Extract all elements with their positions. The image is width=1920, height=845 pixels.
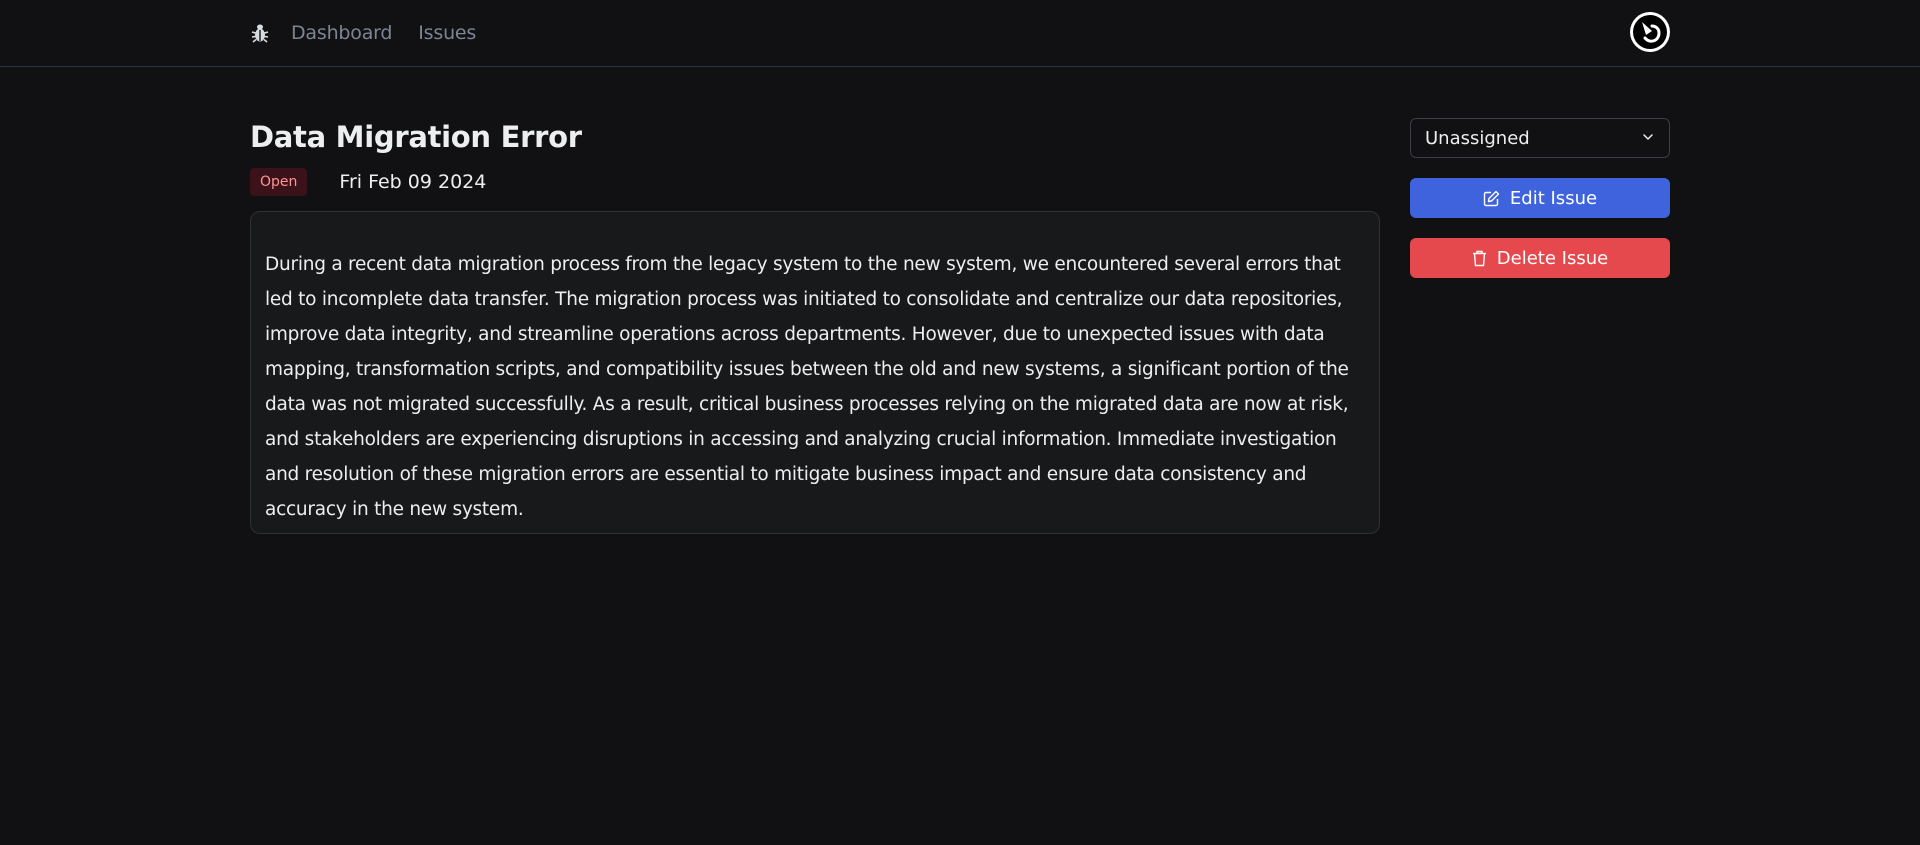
issue-content: Data Migration Error Open Fri Feb 09 202…: [250, 117, 1380, 534]
issue-meta: Open Fri Feb 09 2024: [250, 167, 1380, 197]
issue-title: Data Migration Error: [250, 120, 582, 154]
nav-link-issues[interactable]: Issues: [418, 22, 476, 44]
top-navbar: Dashboard Issues: [0, 0, 1920, 67]
edit-issue-label: Edit Issue: [1509, 187, 1598, 209]
edit-icon: [1483, 190, 1500, 207]
avatar-icon: [1633, 15, 1667, 49]
trash-icon: [1472, 250, 1487, 267]
status-badge: Open: [250, 168, 308, 196]
issue-actions: Unassigned Edit Issue Delete Issue: [1410, 118, 1670, 278]
delete-issue-label: Delete Issue: [1496, 247, 1609, 269]
issue-description-card: During a recent data migration process f…: [250, 211, 1380, 534]
assignee-select[interactable]: Unassigned: [1410, 118, 1670, 158]
nav-container: Dashboard Issues: [250, 0, 1670, 66]
chevron-down-icon: [1641, 129, 1655, 148]
user-avatar[interactable]: [1630, 12, 1670, 52]
bug-icon[interactable]: [250, 23, 270, 43]
issue-date: Fri Feb 09 2024: [339, 171, 487, 193]
delete-issue-button[interactable]: Delete Issue: [1410, 238, 1670, 278]
issue-description: During a recent data migration process f…: [265, 254, 1349, 520]
assignee-select-value: Unassigned: [1425, 127, 1530, 149]
edit-issue-button[interactable]: Edit Issue: [1410, 178, 1670, 218]
nav-link-dashboard[interactable]: Dashboard: [291, 22, 392, 44]
